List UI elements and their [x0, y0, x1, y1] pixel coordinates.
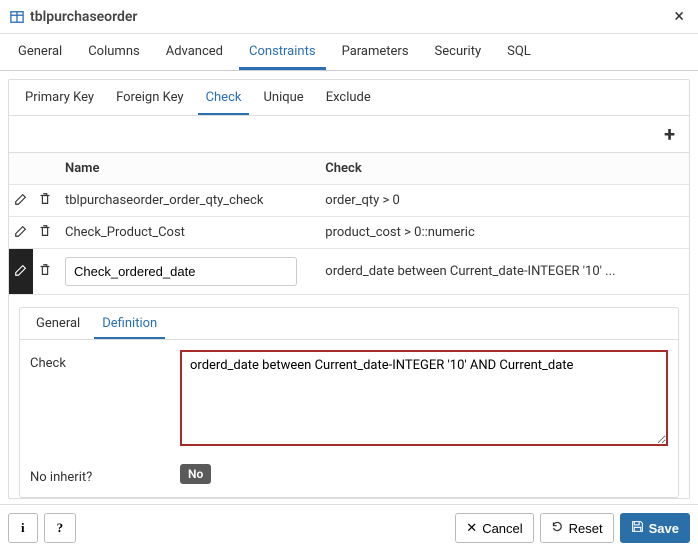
tab-general[interactable]: General — [8, 34, 72, 70]
tab-security[interactable]: Security — [425, 34, 492, 70]
subtab-foreign-key[interactable]: Foreign Key — [108, 80, 191, 115]
col-name-header: Name — [57, 153, 317, 185]
detail-tab-general[interactable]: General — [28, 308, 88, 339]
constraint-type-tabs: Primary Key Foreign Key Check Unique Exc… — [9, 80, 689, 116]
subtab-check[interactable]: Check — [198, 80, 250, 115]
col-edit — [9, 153, 33, 185]
trash-icon[interactable] — [38, 192, 52, 206]
subtab-primary-key[interactable]: Primary Key — [17, 80, 102, 115]
constraint-name: Check_Product_Cost — [57, 217, 317, 249]
save-icon — [631, 520, 644, 536]
constraint-name-input[interactable] — [65, 257, 297, 286]
info-button[interactable]: i — [8, 513, 38, 543]
check-label: Check — [30, 350, 180, 371]
edit-icon[interactable] — [14, 263, 28, 277]
constraint-check: order_qty > 0 — [317, 185, 689, 217]
tab-constraints[interactable]: Constraints — [239, 34, 326, 70]
tab-columns[interactable]: Columns — [78, 34, 150, 70]
constraint-check: orderd_date between Current_date-INTEGER… — [317, 249, 689, 295]
titlebar: tblpurchaseorder × — [0, 0, 698, 34]
save-button[interactable]: Save — [620, 513, 690, 543]
no-inherit-toggle[interactable]: No — [180, 464, 211, 484]
constraint-check: product_cost > 0::numeric — [317, 217, 689, 249]
close-icon[interactable]: × — [670, 6, 688, 27]
col-delete — [33, 153, 57, 185]
tab-advanced[interactable]: Advanced — [156, 34, 233, 70]
dialog-footer: i ? ✕ Cancel Reset Save — [8, 513, 690, 543]
no-inherit-label: No inherit? — [30, 464, 180, 485]
footer-divider — [0, 504, 698, 505]
reset-label: Reset — [569, 521, 603, 536]
add-row-bar: + — [9, 116, 689, 153]
constraint-name: tblpurchaseorder_order_qty_check — [57, 185, 317, 217]
detail-tabs: General Definition — [20, 308, 678, 340]
recycle-icon — [551, 520, 564, 536]
tab-parameters[interactable]: Parameters — [332, 34, 419, 70]
table-icon — [10, 10, 24, 24]
edit-icon[interactable] — [14, 192, 28, 206]
table-row: orderd_date between Current_date-INTEGER… — [9, 249, 689, 295]
help-button[interactable]: ? — [44, 513, 77, 543]
save-label: Save — [649, 521, 679, 536]
dialog-title: tblpurchaseorder — [30, 9, 670, 25]
main-tabs: General Columns Advanced Constraints Par… — [0, 34, 698, 71]
trash-icon[interactable] — [38, 263, 52, 277]
tab-sql[interactable]: SQL — [497, 34, 541, 70]
trash-icon[interactable] — [38, 224, 52, 238]
constraints-panel: Primary Key Foreign Key Check Unique Exc… — [8, 79, 690, 499]
cancel-button[interactable]: ✕ Cancel — [455, 513, 533, 543]
subtab-exclude[interactable]: Exclude — [318, 80, 379, 115]
table-row: Check_Product_Cost product_cost > 0::num… — [9, 217, 689, 249]
col-check-header: Check — [317, 153, 689, 185]
cancel-label: Cancel — [482, 521, 522, 536]
reset-button[interactable]: Reset — [540, 513, 614, 543]
detail-panel: General Definition Check No inherit? No — [19, 307, 679, 498]
edit-icon[interactable] — [14, 224, 28, 238]
add-constraint-button[interactable]: + — [658, 120, 681, 148]
table-row: tblpurchaseorder_order_qty_check order_q… — [9, 185, 689, 217]
subtab-unique[interactable]: Unique — [255, 80, 311, 115]
check-expression-input[interactable] — [180, 350, 668, 446]
close-icon: ✕ — [466, 520, 477, 536]
detail-tab-definition[interactable]: Definition — [94, 308, 165, 339]
constraints-table: Name Check tblpurchaseorder_order_qty_ch… — [9, 153, 689, 295]
